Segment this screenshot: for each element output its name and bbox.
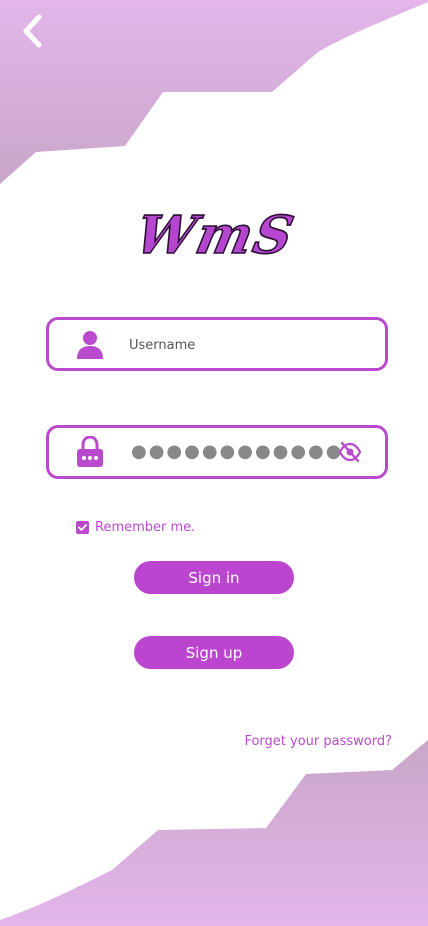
user-icon: [75, 328, 105, 360]
app-logo: WmS: [110, 198, 320, 272]
chevron-left-icon: [23, 14, 42, 48]
bottom-background-shape: [0, 740, 428, 926]
sign-in-button[interactable]: Sign in: [134, 561, 294, 594]
username-input[interactable]: [127, 328, 341, 362]
eye-off-icon[interactable]: [337, 441, 363, 463]
forgot-password-link[interactable]: Forget your password?: [244, 734, 392, 749]
back-button[interactable]: [14, 12, 50, 50]
checkbox-checked-icon[interactable]: [76, 521, 89, 534]
username-field[interactable]: [46, 317, 388, 371]
password-input[interactable]: ●●●●●●●●●●●●: [131, 442, 343, 462]
remember-me-label: Remember me.: [95, 520, 196, 535]
remember-me-checkbox[interactable]: Remember me.: [76, 520, 195, 535]
top-background-shape: [0, 0, 428, 184]
lock-icon: [75, 436, 105, 468]
password-field[interactable]: ●●●●●●●●●●●●: [46, 425, 388, 479]
logo-text: WmS: [129, 204, 301, 267]
sign-up-button[interactable]: Sign up: [134, 636, 294, 669]
